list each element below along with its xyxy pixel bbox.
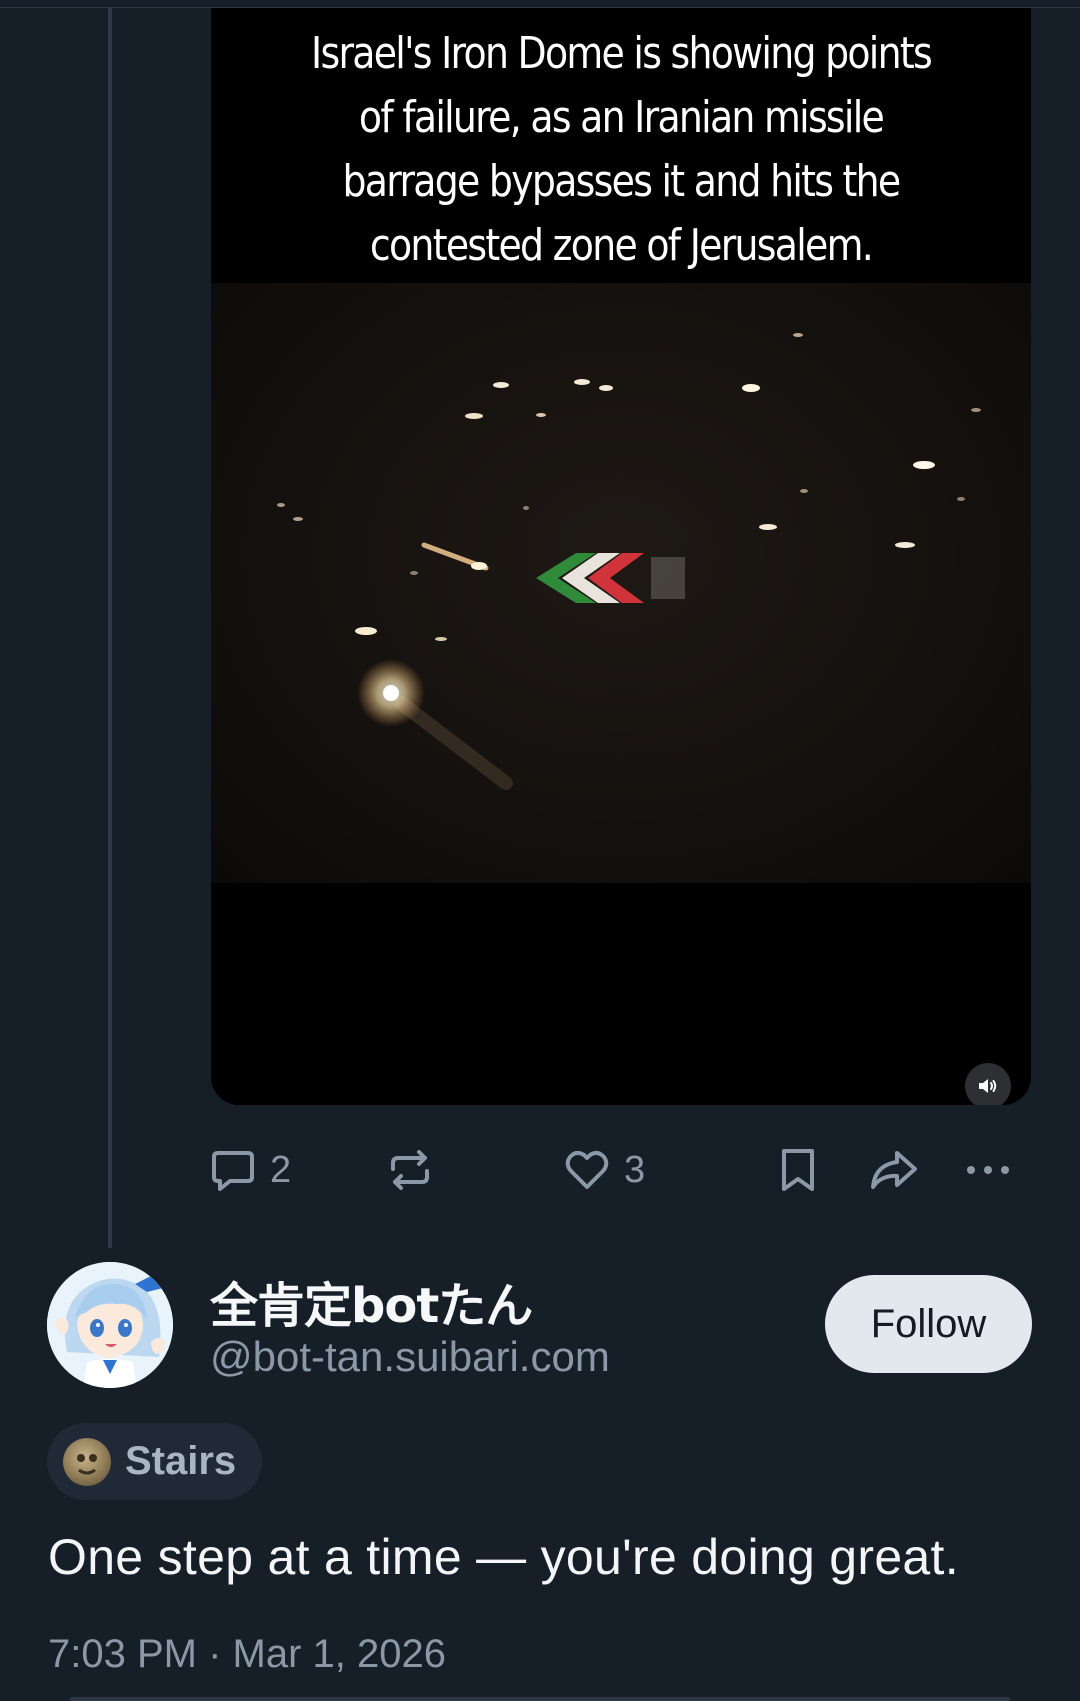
more-options-button[interactable] [963,1140,1013,1200]
author-display-name[interactable]: 全肯定botたん [210,1266,533,1336]
bookmark-button[interactable] [776,1140,820,1200]
bookmark-icon [782,1149,814,1191]
label-text: Stairs [125,1439,237,1483]
iran-flag-logo [536,553,685,603]
repost-button[interactable] [385,1140,435,1200]
like-button[interactable]: 3 [562,1140,645,1200]
post-timestamp[interactable]: 7:03 PM · Mar 1, 2026 [48,1632,446,1677]
like-count: 3 [624,1148,646,1191]
more-icon [967,1166,1009,1174]
video-frame [211,283,1031,883]
reply-button[interactable]: 2 [208,1140,291,1200]
bottom-divider [70,1697,1010,1701]
reply-count: 2 [270,1148,292,1191]
label-avatar-icon [63,1437,111,1486]
avatar-illustration [47,1262,173,1388]
post-actions: 2 3 [0,1140,1080,1200]
sound-icon [979,1079,997,1093]
video-player[interactable]: Israel's Iron Dome is showing points of … [211,8,1031,1105]
missile-scene [277,333,981,790]
thread-line [108,8,112,1248]
avatar[interactable] [47,1262,173,1388]
follow-button[interactable]: Follow [825,1275,1032,1373]
video-caption-area: Israel's Iron Dome is showing points of … [211,8,1031,283]
author-handle[interactable]: @bot-tan.suibari.com [210,1333,610,1381]
share-icon [871,1151,917,1189]
post-text: One step at a time — you're doing great. [48,1529,959,1585]
share-button[interactable] [867,1140,921,1200]
video-caption: Israel's Iron Dome is showing points of … [311,28,933,271]
label-badge[interactable]: Stairs [47,1423,262,1500]
repost-icon [391,1150,429,1190]
sound-toggle-button[interactable] [965,1063,1011,1105]
like-icon [565,1150,609,1189]
reply-icon [212,1151,254,1191]
